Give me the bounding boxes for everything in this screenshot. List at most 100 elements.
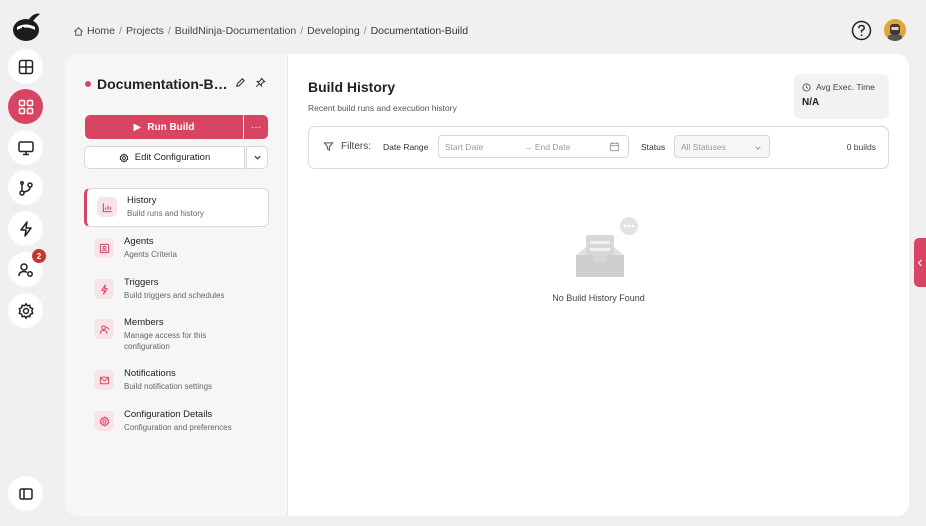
date-range-picker[interactable]: Start Date → End Date xyxy=(438,135,629,158)
gear-icon xyxy=(17,301,34,320)
filter-icon xyxy=(323,142,334,151)
rail-table-button[interactable] xyxy=(8,49,43,84)
run-build-more-button[interactable]: ··· xyxy=(244,115,268,139)
dashboard-icon xyxy=(18,99,33,114)
sidebar-toggle-icon xyxy=(18,487,33,500)
start-date-placeholder[interactable]: Start Date xyxy=(445,142,483,152)
status-select[interactable]: All Statuses xyxy=(674,135,770,158)
nav-icon-box xyxy=(94,238,114,258)
notification-badge: 2 xyxy=(32,249,46,263)
nav-item-members[interactable]: Members Manage access for this configura… xyxy=(84,311,269,359)
nav-desc-members: Manage access for this configuration xyxy=(124,331,207,351)
status-select-value: All Statuses xyxy=(681,142,726,152)
nav-icon-box xyxy=(94,411,114,431)
git-branch-icon xyxy=(18,180,33,196)
page-subtitle: Recent build runs and execution history xyxy=(308,103,457,113)
run-build-label: Run Build xyxy=(147,121,195,133)
help-icon[interactable] xyxy=(851,20,872,41)
build-history-panel: Build History Recent build runs and exec… xyxy=(308,54,889,516)
chevron-down-icon xyxy=(755,146,761,150)
breadcrumb-home[interactable]: Home xyxy=(87,25,115,37)
mail-icon xyxy=(99,376,109,384)
ninja-logo[interactable] xyxy=(9,10,43,44)
rail-dashboard-button[interactable] xyxy=(8,89,43,124)
breadcrumb-project[interactable]: BuildNinja-Documentation xyxy=(175,25,296,37)
avg-exec-time-value: N/A xyxy=(802,97,820,108)
user-avatar-icon xyxy=(884,19,906,41)
user-settings-icon xyxy=(17,262,33,277)
rail-user-settings-button[interactable]: 2 xyxy=(8,249,46,287)
nav-desc-agents: Agents Criteria xyxy=(124,250,177,259)
builds-count: 0 builds xyxy=(846,142,876,152)
nav-label-notifications: Notifications xyxy=(124,368,176,379)
nav-desc-triggers: Build triggers and schedules xyxy=(124,291,225,300)
breadcrumb-current: Documentation-Build xyxy=(370,25,469,37)
page-title: Build History xyxy=(308,79,396,95)
nav-label-agents: Agents xyxy=(124,236,154,247)
rail-git-branch-button[interactable] xyxy=(8,170,43,205)
calendar-icon xyxy=(609,141,620,152)
nav-label-members: Members xyxy=(124,317,164,328)
nav-desc-notifications: Build notification settings xyxy=(124,382,213,391)
nav-icon-box xyxy=(94,279,114,299)
sidebar-toggle-button[interactable] xyxy=(8,476,43,511)
edit-configuration-button[interactable]: Edit Configuration xyxy=(84,146,245,169)
chart-icon xyxy=(102,202,112,212)
nav-icon-box xyxy=(94,370,114,390)
right-panel-toggle[interactable] xyxy=(914,238,926,287)
avg-exec-time-card: Avg Exec. Time N/A xyxy=(794,74,889,119)
breadcrumb-separator: / xyxy=(300,25,304,37)
date-range-label: Date Range xyxy=(383,142,429,152)
edit-configuration-dropdown[interactable] xyxy=(246,146,268,169)
nav-label-triggers: Triggers xyxy=(124,277,159,288)
configuration-title: Documentation-Build xyxy=(97,76,233,92)
filters-label: Filters: xyxy=(341,141,371,152)
edit-configuration-label: Edit Configuration xyxy=(134,152,211,163)
run-build-button[interactable]: ▶ Run Build xyxy=(85,115,243,139)
configuration-sidebar: Documentation-Build ▶ Run Build ··· Edit… xyxy=(65,54,288,516)
play-icon: ▶ xyxy=(133,121,142,133)
nav-label-configuration-details: Configuration Details xyxy=(124,409,213,420)
nav-desc-configuration-details: Configuration and preferences xyxy=(124,423,232,432)
nav-item-notifications[interactable]: Notifications Build notification setting… xyxy=(84,362,269,401)
nav-item-configuration-details[interactable]: Configuration Details Configuration and … xyxy=(84,403,269,442)
breadcrumb-branch[interactable]: Developing xyxy=(307,25,360,37)
agent-icon xyxy=(99,243,109,253)
nav-item-history[interactable]: History Build runs and history xyxy=(84,188,269,227)
status-dot xyxy=(85,81,91,87)
breadcrumb: Home / Projects / BuildNinja-Documentati… xyxy=(73,24,468,38)
nav-label-history: History xyxy=(127,195,157,206)
chevron-down-icon xyxy=(253,155,261,160)
nav-icon-box xyxy=(97,197,117,217)
nav-desc-history: Build runs and history xyxy=(127,209,204,218)
breadcrumb-separator: / xyxy=(167,25,171,37)
pin-icon[interactable] xyxy=(255,77,266,88)
chevron-left-icon xyxy=(917,259,922,266)
gear-icon xyxy=(119,152,129,163)
clock-icon xyxy=(802,82,811,92)
members-icon xyxy=(99,324,109,334)
rail-settings-button[interactable] xyxy=(8,293,43,328)
lightning-icon xyxy=(19,220,32,237)
gear-icon xyxy=(99,415,109,427)
empty-inbox-illustration xyxy=(576,217,638,277)
home-icon[interactable] xyxy=(73,26,84,37)
status-label: Status xyxy=(641,142,666,152)
avg-exec-time-label: Avg Exec. Time xyxy=(816,82,875,92)
rail-monitor-button[interactable] xyxy=(8,130,43,165)
table-icon xyxy=(18,59,33,74)
avatar[interactable] xyxy=(884,19,906,41)
end-date-placeholder[interactable]: → End Date xyxy=(524,142,570,152)
monitor-icon xyxy=(17,140,34,155)
left-rail: 2 xyxy=(0,0,52,526)
breadcrumb-projects[interactable]: Projects xyxy=(126,25,164,37)
breadcrumb-separator: / xyxy=(363,25,367,37)
breadcrumb-separator: / xyxy=(119,25,122,37)
empty-state-text: No Build History Found xyxy=(552,293,645,303)
filters-bar: Filters: Date Range Start Date → End Dat… xyxy=(308,126,889,169)
nav-item-triggers[interactable]: Triggers Build triggers and schedules xyxy=(84,271,269,310)
main-card: Documentation-Build ▶ Run Build ··· Edit… xyxy=(65,54,909,516)
pencil-icon[interactable] xyxy=(235,77,246,88)
rail-lightning-button[interactable] xyxy=(8,211,43,246)
nav-item-agents[interactable]: Agents Agents Criteria xyxy=(84,230,269,269)
